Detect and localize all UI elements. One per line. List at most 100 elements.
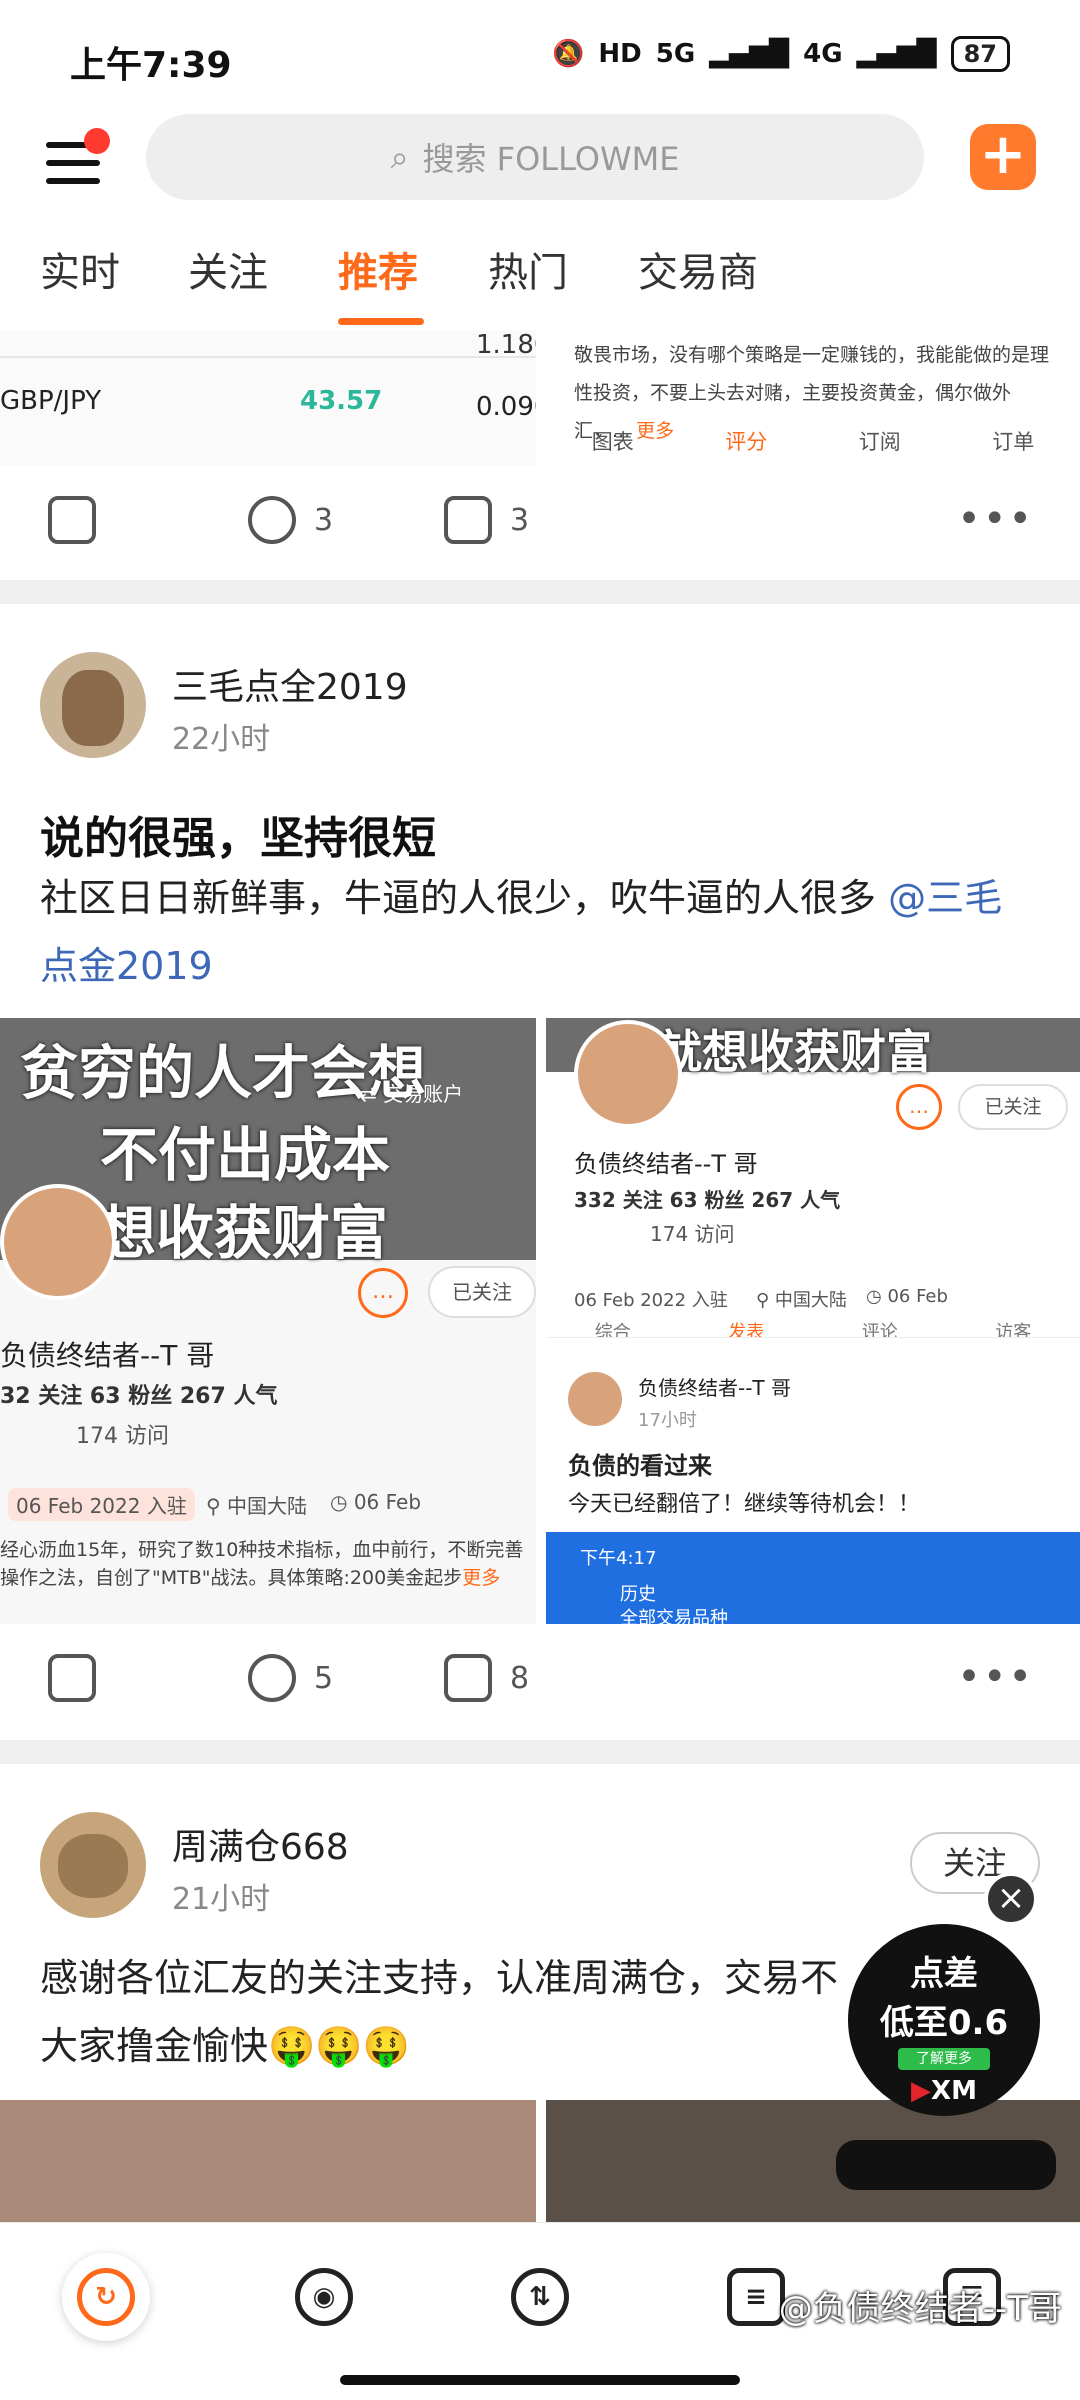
username[interactable]: 周满仓668	[172, 1818, 349, 1870]
nav-refresh[interactable]: ↻	[62, 2253, 150, 2341]
history-label: 历史	[620, 1584, 656, 1605]
region: ⚲ 中国大陆	[756, 1290, 847, 1311]
signal-icon: ▂▄▆█	[709, 39, 790, 69]
comment-button[interactable]: 5	[248, 1654, 333, 1702]
tab-realtime[interactable]: 实时	[40, 240, 120, 298]
network-4g-icon: 4G	[803, 39, 843, 69]
message-icon: …	[896, 1084, 942, 1130]
ad-line2: 低至0.6	[879, 2003, 1009, 2043]
profile-tabs: 图表 评分 订阅 订单	[546, 426, 1080, 456]
sunglasses	[836, 2140, 1056, 2190]
tab-rating: 评分	[725, 430, 768, 454]
profile-visits: 174 访问	[650, 1222, 735, 1246]
date-secondary-text: 06 Feb	[353, 1490, 422, 1514]
date-secondary-text: 06 Feb	[887, 1286, 948, 1307]
post-time: 17小时	[638, 1410, 697, 1431]
ad-brand-text: XM	[931, 2076, 977, 2106]
post-image[interactable]: 1.180 GBP/JPY 43.57 0.090	[0, 330, 536, 466]
join-date: 06 Feb 2022 入驻	[574, 1290, 728, 1311]
join-date: 06 Feb 2022 入驻	[8, 1488, 195, 1521]
post-image[interactable]: 就想收获财富 … 已关注 负债终结者--T 哥 332 关注 63 粉丝 267…	[546, 1018, 1080, 1624]
post-time: 21小时	[172, 1882, 271, 1917]
mute-icon: 🔕	[552, 39, 585, 69]
region-text: 中国大陆	[774, 1290, 847, 1311]
avatar[interactable]	[40, 1812, 146, 1918]
ad-cta: 了解更多	[898, 2048, 990, 2070]
search-icon: ⌕	[390, 137, 409, 176]
avatar[interactable]	[40, 652, 146, 758]
share-button[interactable]	[48, 1654, 96, 1702]
post-image[interactable]	[546, 2100, 1080, 2222]
comment-button[interactable]: 3	[248, 496, 333, 544]
like-count: 3	[510, 502, 530, 538]
post-author: 负债终结者--T 哥	[638, 1376, 792, 1400]
network-5g-icon: 5G	[655, 39, 696, 69]
comment-icon	[248, 1654, 296, 1702]
meme-text: 就想收获财富	[656, 1025, 932, 1079]
post-image[interactable]: 敬畏市场，没有哪个策略是一定赚钱的，我能能做的是理性投资，不要上头去对赌，主要投…	[546, 330, 1080, 466]
status-icons: 🔕 HD 5G ▂▄▆█ 4G ▂▄▆█ 87	[552, 36, 1010, 72]
thumbs-up-icon	[444, 496, 492, 544]
post-title[interactable]: 说的很强，坚持很短	[40, 802, 436, 866]
hd-icon: HD	[598, 39, 642, 69]
post-time: 22小时	[172, 722, 271, 757]
home-indicator[interactable]	[340, 2375, 740, 2385]
region: ⚲ 中国大陆	[206, 1494, 308, 1518]
share-button[interactable]	[48, 496, 96, 544]
search-placeholder: 搜索 FOLLOWME	[422, 140, 680, 178]
tab-overview: 综合	[594, 1322, 631, 1338]
post-image[interactable]	[0, 2100, 536, 2222]
more-link: 更多	[462, 1567, 501, 1589]
followed-badge: 已关注	[428, 1266, 536, 1318]
status-bar: 上午7:39 🔕 HD 5G ▂▄▆█ 4G ▂▄▆█ 87	[0, 0, 1080, 110]
trade-account-text: 交易账户	[383, 1082, 464, 1106]
tab-hot[interactable]: 热门	[488, 240, 568, 298]
tab-posts: 发表	[728, 1322, 765, 1338]
menu-button[interactable]	[42, 128, 112, 198]
tab-recommended[interactable]: 推荐	[338, 240, 418, 298]
avatar-face	[58, 1834, 128, 1898]
avatar	[568, 1372, 622, 1426]
close-icon[interactable]: ×	[984, 1872, 1038, 1926]
trade-account-label: ⇄ 交易账户	[360, 1082, 464, 1106]
profile-stats: 332 关注 63 粉丝 267 人气	[574, 1188, 841, 1212]
like-button[interactable]: 8	[444, 1654, 529, 1702]
profile-tabs: 综合 发表 评论 访客	[546, 1318, 1080, 1338]
post-divider	[0, 1740, 1080, 1764]
date-secondary: ◷ 06 Feb	[866, 1286, 948, 1307]
ad-banner[interactable]: 点差 低至0.6 了解更多 ▶XM	[848, 1924, 1040, 2116]
profile-bio: 经心沥血15年，研究了数10种技术指标，血中前行，不断完善操作之法，自创了"MT…	[0, 1536, 536, 1592]
search-input[interactable]: ⌕ 搜索 FOLLOWME	[146, 114, 924, 200]
row-divider	[0, 356, 536, 358]
comment-icon	[248, 496, 296, 544]
tab-following[interactable]: 关注	[188, 240, 268, 298]
username[interactable]: 三毛点全2019	[172, 658, 408, 710]
tab-visitors: 访客	[995, 1322, 1032, 1338]
region-text: 中国大陆	[227, 1494, 308, 1518]
post-text[interactable]: 社区日日新鲜事，牛逼的人很少，吹牛逼的人很多 @三毛点金2019	[40, 864, 1040, 1000]
post-text: 今天已经翻倍了！继续等待机会！！	[568, 1492, 921, 1517]
tab-comments: 评论	[861, 1322, 898, 1338]
post-actions: 3 3 •••	[0, 478, 1080, 568]
share-icon	[48, 1654, 96, 1702]
more-options-icon[interactable]: •••	[957, 496, 1034, 542]
add-post-button[interactable]: +	[970, 124, 1036, 190]
post-body: 社区日日新鲜事，牛逼的人很少，吹牛逼的人很多	[40, 876, 877, 920]
thumbs-up-icon	[444, 1654, 492, 1702]
post-image[interactable]: 贫穷的人才会想 不付出成本 就想收获财富 ⇄ 交易账户 … 已关注 负债终结者-…	[0, 1018, 536, 1624]
meme-text: 不付出成本	[100, 1121, 391, 1189]
watermark: @负债终结者--T哥	[778, 2289, 1062, 2329]
more-options-icon[interactable]: •••	[957, 1654, 1034, 1700]
nav-trade[interactable]: ⇅	[496, 2253, 584, 2341]
share-icon	[48, 496, 96, 544]
nav-feed[interactable]: ◉	[280, 2253, 368, 2341]
tab-active-indicator	[338, 318, 424, 325]
ad-brand: ▶XM	[911, 2076, 977, 2106]
value-cell: 0.090	[476, 392, 536, 422]
post-actions: 5 8 •••	[0, 1636, 1080, 1726]
tab-brokers[interactable]: 交易商	[638, 240, 758, 298]
screenshot-phone: 下午4:17 历史 全部交易品种	[546, 1532, 1080, 1624]
avatar-face	[62, 670, 124, 746]
like-button[interactable]: 3	[444, 496, 529, 544]
bottom-navigation: ↻ ◉ ⇅ ≡ ☰ @负债终结者--T哥	[0, 2222, 1080, 2400]
